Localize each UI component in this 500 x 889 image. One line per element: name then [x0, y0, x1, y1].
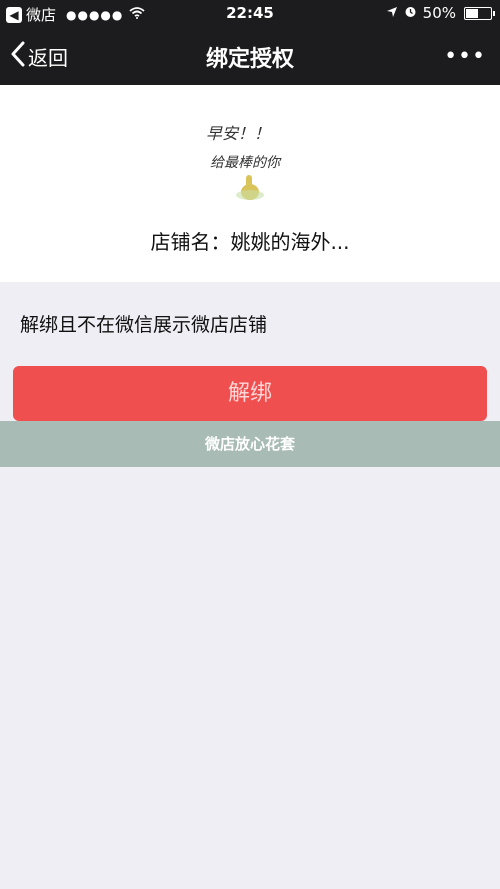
location-arrow-icon [386, 4, 398, 22]
battery-level [466, 8, 478, 18]
more-options-icon[interactable]: ••• [444, 44, 486, 69]
page-title: 绑定授权 [205, 47, 294, 72]
shop-avatar-image: 早安！！ 给最棒的你 [200, 117, 300, 207]
image-text-line2: 给最棒的你 [210, 155, 282, 171]
battery-icon [464, 6, 495, 20]
watermark-banner: 微店放心花套 [0, 421, 500, 467]
chevron-left-icon [10, 41, 28, 72]
navigation-bar: 返回 绑定授权 ••• [0, 28, 500, 85]
back-button[interactable]: 返回 [10, 41, 68, 72]
battery-percent: 50% [422, 4, 456, 22]
status-right: 50% [386, 4, 495, 22]
unbind-description: 解绑且不在微信展示微店店铺 [20, 314, 268, 336]
back-label: 返回 [28, 46, 68, 70]
image-text-line1: 早安！！ [206, 124, 270, 143]
alarm-clock-icon [404, 4, 417, 22]
shop-name: 店铺名：姚姚的海外... [150, 230, 350, 254]
shop-card: 早安！！ 给最棒的你 店铺名：姚姚的海外... [0, 85, 500, 282]
unbind-button[interactable]: 解绑 [13, 366, 487, 421]
status-bar: ◀ 微店 ●●●●● 22:45 50% [0, 0, 500, 28]
